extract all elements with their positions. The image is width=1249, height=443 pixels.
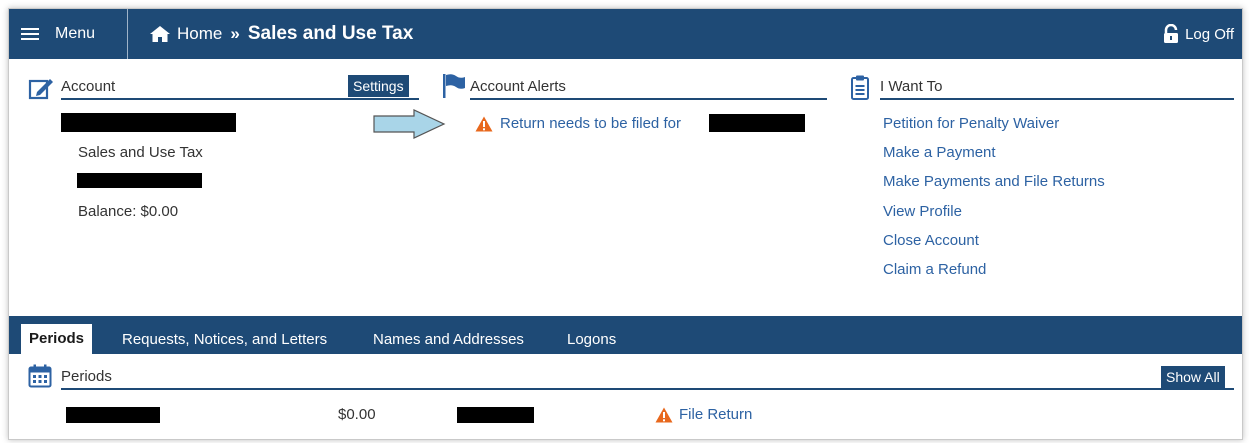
breadcrumb-home[interactable]: Home [177, 24, 222, 44]
logoff-label: Log Off [1185, 25, 1234, 43]
redacted-account-id [77, 173, 202, 188]
warning-icon [655, 407, 673, 423]
periods-heading: Periods [61, 368, 112, 385]
period-amount: $0.00 [338, 406, 376, 423]
breadcrumb: Home » Sales and Use Tax [149, 9, 413, 59]
link-make-payments-file-returns[interactable]: Make Payments and File Returns [883, 173, 1105, 190]
logoff-button[interactable]: Log Off [1163, 9, 1234, 59]
link-claim-refund[interactable]: Claim a Refund [883, 261, 986, 278]
account-tax-type: Sales and Use Tax [78, 144, 203, 161]
menu-button[interactable]: Menu [9, 9, 128, 59]
link-close-account[interactable]: Close Account [883, 232, 979, 249]
redacted-period [66, 407, 160, 423]
breadcrumb-separator: » [230, 24, 240, 43]
tab-names-addresses[interactable]: Names and Addresses [373, 325, 524, 354]
lock-icon [1164, 24, 1179, 43]
calendar-icon [28, 364, 52, 388]
account-heading: Account [61, 78, 116, 95]
page-title: Sales and Use Tax [247, 23, 414, 44]
tab-logons[interactable]: Logons [567, 325, 616, 354]
alerts-header: Account Alerts [470, 76, 827, 100]
redacted-due-date [457, 407, 534, 423]
flag-icon [443, 74, 465, 98]
menu-label: Menu [55, 25, 96, 42]
tab-periods[interactable]: Periods [21, 324, 93, 354]
i-want-to-heading: I Want To [880, 78, 943, 95]
arrow-icon [373, 109, 446, 139]
tab-bar: Periods Requests, Notices, and Letters N… [9, 316, 1242, 354]
top-bar: Menu Home » Sales and Use Tax Log Off [9, 9, 1242, 59]
settings-button[interactable]: Settings [348, 75, 409, 97]
show-all-button[interactable]: Show All [1161, 366, 1225, 388]
redacted-account-name [61, 113, 236, 132]
redacted-alert-period [709, 114, 805, 132]
warning-icon [475, 116, 493, 132]
home-icon[interactable] [149, 25, 171, 43]
periods-header: Periods [61, 366, 1234, 390]
link-petition-penalty-waiver[interactable]: Petition for Penalty Waiver [883, 115, 1059, 132]
link-view-profile[interactable]: View Profile [883, 203, 962, 220]
link-make-payment[interactable]: Make a Payment [883, 144, 996, 161]
clipboard-icon [851, 75, 869, 100]
page-frame: Menu Home » Sales and Use Tax Log Off Ac… [8, 8, 1243, 440]
tab-requests-notices-letters[interactable]: Requests, Notices, and Letters [122, 325, 327, 354]
hamburger-icon [21, 27, 39, 41]
i-want-to-header: I Want To [880, 76, 1234, 100]
file-return-link[interactable]: File Return [679, 406, 752, 423]
alert-return-link[interactable]: Return needs to be filed for [500, 115, 681, 132]
account-balance: Balance: $0.00 [78, 203, 179, 220]
alerts-heading: Account Alerts [470, 78, 566, 95]
edit-icon [28, 79, 53, 100]
